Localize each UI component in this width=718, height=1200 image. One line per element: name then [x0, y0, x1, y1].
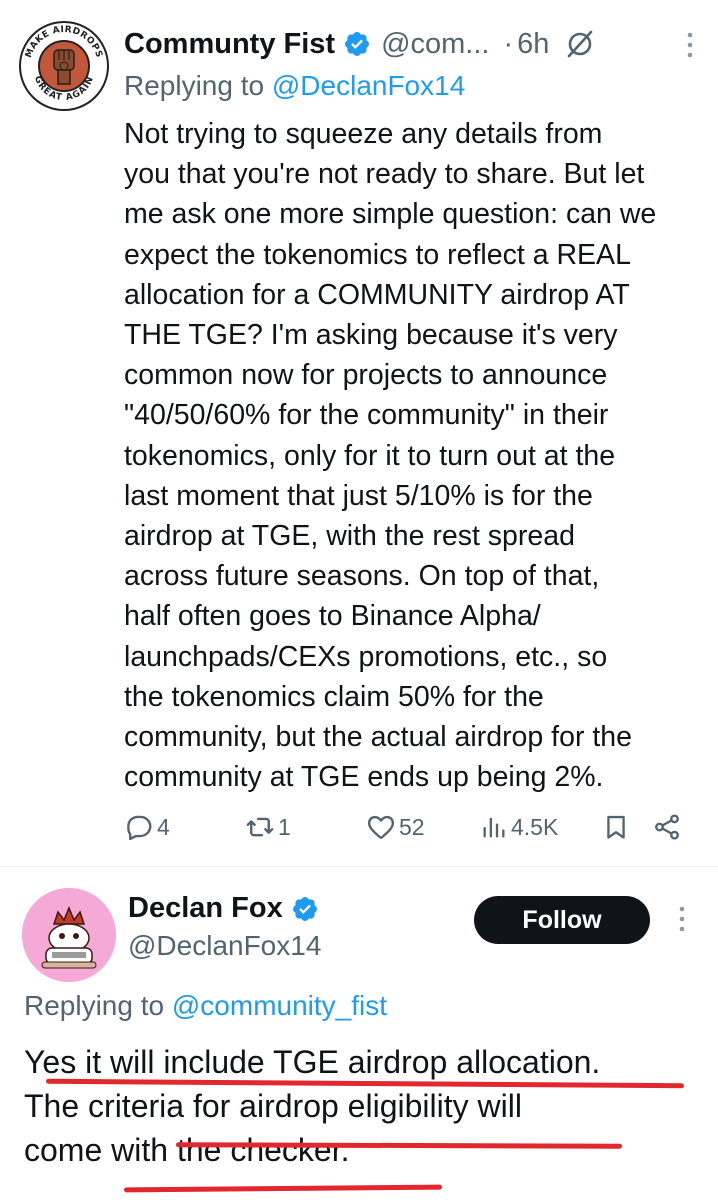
tweet-text-line: last moment that just 5/10% is for the	[124, 479, 593, 512]
avatar-character-image	[22, 888, 116, 982]
tweet-text-line: the tokenomics claim 50% for the	[124, 680, 544, 713]
verified-badge-icon	[345, 32, 370, 56]
tweet-time[interactable]: 6h	[517, 28, 549, 61]
repost-count: 1	[278, 813, 291, 840]
tweet-text-line: community, but the actual airdrop for th…	[124, 721, 632, 754]
reply-text-line: Yes it will include TGE airdrop allocati…	[24, 1044, 601, 1080]
tweet-text-line: me ask one more simple question: can we	[124, 198, 657, 231]
tweet-text-line: community at TGE ends up being 2%.	[124, 761, 604, 794]
tweet-text-line: half often goes to Binance Alpha/	[124, 600, 541, 633]
more-options-icon[interactable]	[676, 906, 688, 932]
grok-icon[interactable]	[565, 29, 595, 59]
reply-icon	[127, 815, 152, 841]
community-fist-tweet: MAKE AIRDROPS GREAT AGAIN Communty Fist …	[0, 0, 718, 860]
tweet-text-line: Not trying to squeeze any details from	[124, 118, 603, 150]
community-fist-avatar[interactable]: MAKE AIRDROPS GREAT AGAIN	[18, 20, 110, 112]
tweet-divider	[0, 866, 718, 867]
tweet-text-line: airdrop at TGE, with the rest spread	[124, 520, 575, 553]
author-handle[interactable]: @com...	[381, 28, 489, 61]
separator-dot: ·	[503, 27, 514, 60]
replying-to-mention[interactable]: @DeclanFox14	[272, 70, 465, 101]
views-button[interactable]: 4.5K	[480, 812, 558, 842]
author-name[interactable]: Communty Fist	[124, 28, 335, 61]
replying-to-label: Replying to	[24, 990, 172, 1021]
replying-to-label: Replying to	[124, 70, 272, 101]
bookmark-button[interactable]	[602, 812, 630, 842]
replying-to-line: Replying to @DeclanFox14	[124, 70, 465, 102]
tweet-text-line: across future seasons. On top of that,	[124, 560, 600, 593]
tweet-text-line: launchpads/CEXs promotions, etc., so	[124, 640, 608, 673]
tweet-text-line: allocation for a COMMUNITY airdrop AT	[124, 278, 630, 311]
like-button[interactable]: 52	[366, 812, 425, 842]
tweet-text-line: common now for projects to announce	[124, 359, 608, 392]
reply-author-handle[interactable]: @DeclanFox14	[128, 930, 321, 962]
views-count: 4.5K	[511, 813, 559, 840]
like-count: 52	[399, 813, 425, 840]
verified-badge-icon	[292, 896, 317, 921]
reply-tweet-text: Yes it will include TGE airdrop allocati…	[24, 1040, 714, 1172]
tweet-header: Communty Fist @com... · 6h	[124, 22, 704, 66]
reply-button[interactable]: 4	[124, 812, 170, 842]
tweet-text: Not trying to squeeze any details from y…	[124, 114, 699, 797]
repost-button[interactable]: 1	[244, 812, 291, 842]
analytics-icon	[483, 817, 505, 838]
follow-button[interactable]: Follow	[474, 896, 650, 944]
tweet-text-line: THE TGE? I'm asking because it's very	[124, 319, 618, 352]
heart-icon	[367, 815, 395, 839]
red-underline-3	[123, 1184, 443, 1193]
tweet-text-line: you that you're not ready to share. But …	[124, 158, 645, 191]
bookmark-icon	[607, 815, 625, 839]
reply-text-line: The criteria for airdrop eligibility wil…	[24, 1088, 522, 1124]
declan-fox-avatar[interactable]	[22, 888, 116, 982]
repost-icon	[246, 817, 274, 837]
tweet-actions: 4 1 52 4.5K	[124, 812, 694, 852]
reply-count: 4	[157, 813, 170, 840]
tweet-text-line: tokenomics, only for it to turn out at t…	[124, 439, 616, 472]
community-fist-logo: MAKE AIRDROPS GREAT AGAIN	[19, 21, 109, 111]
share-button[interactable]	[652, 812, 682, 842]
more-options-icon[interactable]	[684, 32, 696, 58]
tweet-text-line: "40/50/60% for the community" in their	[124, 399, 609, 432]
share-icon	[655, 814, 679, 840]
replying-to-mention[interactable]: @community_fist	[172, 990, 387, 1021]
reply-author-name-row: Declan Fox	[128, 892, 319, 925]
reply-text-line: come with the checker.	[24, 1132, 350, 1168]
replying-to-line: Replying to @community_fist	[24, 990, 387, 1022]
reply-author-name[interactable]: Declan Fox	[128, 892, 283, 925]
tweet-text-line: expect the tokenomics to reflect a REAL	[124, 238, 631, 271]
